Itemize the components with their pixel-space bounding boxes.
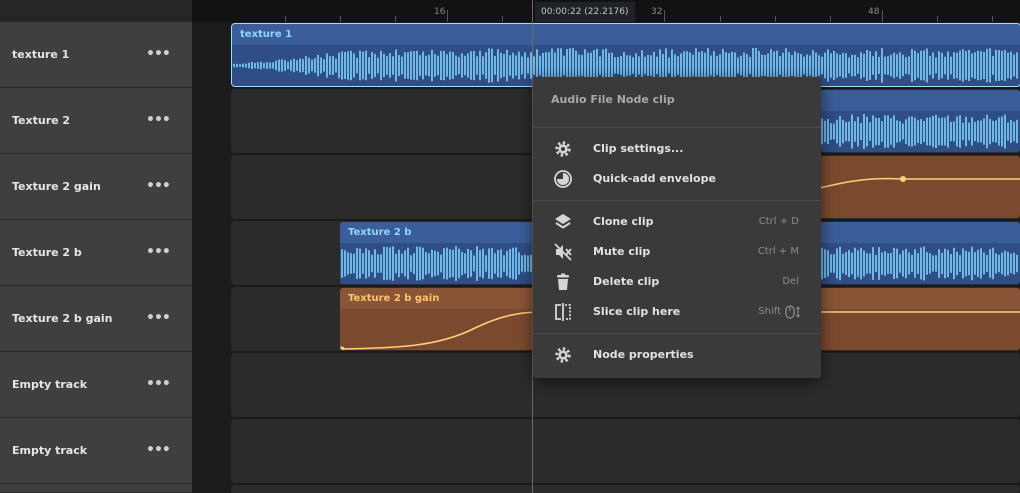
envelope-curve bbox=[820, 176, 1020, 189]
envelope-icon bbox=[554, 170, 572, 188]
clip-title: Texture 2 b bbox=[348, 227, 412, 238]
track-name: Texture 2 b bbox=[12, 246, 82, 259]
layers-icon bbox=[555, 214, 571, 229]
track-lane[interactable] bbox=[231, 419, 1020, 483]
track-name: Texture 2 b gain bbox=[12, 312, 113, 325]
track-header-texture-1[interactable]: texture 1 ••• bbox=[0, 22, 192, 88]
mouse-scroll-icon bbox=[785, 305, 800, 319]
track-menu-button[interactable]: ••• bbox=[146, 110, 171, 130]
menu-item-mute-clip[interactable]: Mute clip Ctrl + M bbox=[533, 238, 821, 266]
track-menu-button[interactable]: ••• bbox=[146, 44, 171, 64]
ruler-label: 16 bbox=[434, 7, 446, 17]
ruler-tick bbox=[992, 16, 993, 22]
ruler-tick-major bbox=[447, 10, 448, 22]
menu-item-delete-clip[interactable]: Delete clip Del bbox=[533, 268, 821, 296]
track-menu-button[interactable]: ••• bbox=[146, 176, 171, 196]
track-header-texture-2-gain[interactable]: Texture 2 gain ••• bbox=[0, 154, 192, 220]
ruler-tick bbox=[775, 16, 776, 22]
menu-item-label: Quick-add envelope bbox=[593, 172, 716, 185]
context-menu-title: Audio File Node clip bbox=[551, 93, 675, 106]
track-lane[interactable] bbox=[231, 485, 1020, 493]
track-header-empty-2[interactable]: Empty track ••• bbox=[0, 418, 192, 484]
ruler-tick bbox=[830, 16, 831, 22]
track-header-partial bbox=[0, 484, 192, 493]
timeline-gutter bbox=[192, 0, 230, 493]
menu-item-quick-add-envelope[interactable]: Quick-add envelope bbox=[533, 165, 821, 193]
track-header-panel: texture 1 ••• Texture 2 ••• Texture 2 ga… bbox=[0, 0, 192, 493]
menu-item-label: Slice clip here bbox=[593, 305, 681, 318]
trash-icon bbox=[557, 273, 569, 290]
track-menu-button[interactable]: ••• bbox=[146, 374, 171, 394]
ruler-label: 48 bbox=[868, 7, 880, 17]
sidebar-top-spacer bbox=[0, 0, 192, 22]
track-header-texture-2-b[interactable]: Texture 2 b ••• bbox=[0, 220, 192, 286]
ruler-tick bbox=[340, 16, 341, 22]
waveform bbox=[821, 114, 1018, 149]
track-menu-button[interactable]: ••• bbox=[146, 242, 171, 262]
menu-item-label: Node properties bbox=[593, 348, 694, 361]
ruler-tick bbox=[937, 16, 938, 22]
menu-item-shortcut: Del bbox=[782, 276, 799, 287]
envelope-point[interactable] bbox=[340, 346, 345, 351]
audio-clip-texture-2[interactable] bbox=[820, 90, 1020, 152]
ruler-tick bbox=[285, 16, 286, 22]
track-name: Texture 2 bbox=[12, 114, 71, 127]
clip-context-menu: Audio File Node clip Clip settings... Qu… bbox=[533, 77, 821, 378]
ruler-tick bbox=[395, 16, 396, 22]
menu-item-shortcut: Ctrl + M bbox=[757, 246, 799, 257]
menu-divider bbox=[533, 127, 821, 128]
ruler-tick bbox=[502, 16, 503, 22]
ruler-label: 32 bbox=[651, 7, 663, 17]
envelope-clip-texture-2-gain[interactable] bbox=[820, 156, 1020, 218]
ruler-tick-major bbox=[882, 10, 883, 22]
track-name: Texture 2 gain bbox=[12, 180, 101, 193]
clip-header bbox=[232, 24, 1020, 45]
track-header-empty-1[interactable]: Empty track ••• bbox=[0, 352, 192, 418]
menu-item-shortcut: Shift bbox=[758, 306, 781, 317]
slice-icon bbox=[555, 303, 571, 321]
menu-item-clip-settings[interactable]: Clip settings... bbox=[533, 135, 821, 163]
menu-item-clone-clip[interactable]: Clone clip Ctrl + D bbox=[533, 208, 821, 236]
track-header-texture-2[interactable]: Texture 2 ••• bbox=[0, 88, 192, 154]
mute-icon bbox=[554, 243, 572, 261]
menu-item-node-properties[interactable]: Node properties bbox=[533, 341, 821, 369]
playhead-time: 00:00:22 (22.2176) bbox=[535, 2, 635, 22]
track-menu-button[interactable]: ••• bbox=[146, 440, 171, 460]
clip-header bbox=[820, 90, 1020, 111]
menu-item-label: Clone clip bbox=[593, 215, 654, 228]
menu-item-shortcut: Ctrl + D bbox=[758, 216, 799, 227]
track-name: Empty track bbox=[12, 444, 88, 457]
gear-icon bbox=[555, 347, 571, 363]
clip-title: texture 1 bbox=[240, 29, 293, 40]
track-header-texture-2-b-gain[interactable]: Texture 2 b gain ••• bbox=[0, 286, 192, 352]
menu-divider bbox=[533, 200, 821, 201]
track-menu-button[interactable]: ••• bbox=[146, 308, 171, 328]
track-name: Empty track bbox=[12, 378, 88, 391]
menu-item-label: Mute clip bbox=[593, 245, 651, 258]
ruler-tick bbox=[720, 16, 721, 22]
envelope-point[interactable] bbox=[900, 176, 906, 182]
menu-item-label: Delete clip bbox=[593, 275, 660, 288]
menu-item-label: Clip settings... bbox=[593, 142, 684, 155]
track-name: texture 1 bbox=[12, 48, 70, 61]
gear-icon bbox=[555, 141, 571, 157]
menu-divider bbox=[533, 333, 821, 334]
ruler-tick-major bbox=[664, 10, 665, 22]
menu-item-slice-clip[interactable]: Slice clip here Shift bbox=[533, 298, 821, 326]
